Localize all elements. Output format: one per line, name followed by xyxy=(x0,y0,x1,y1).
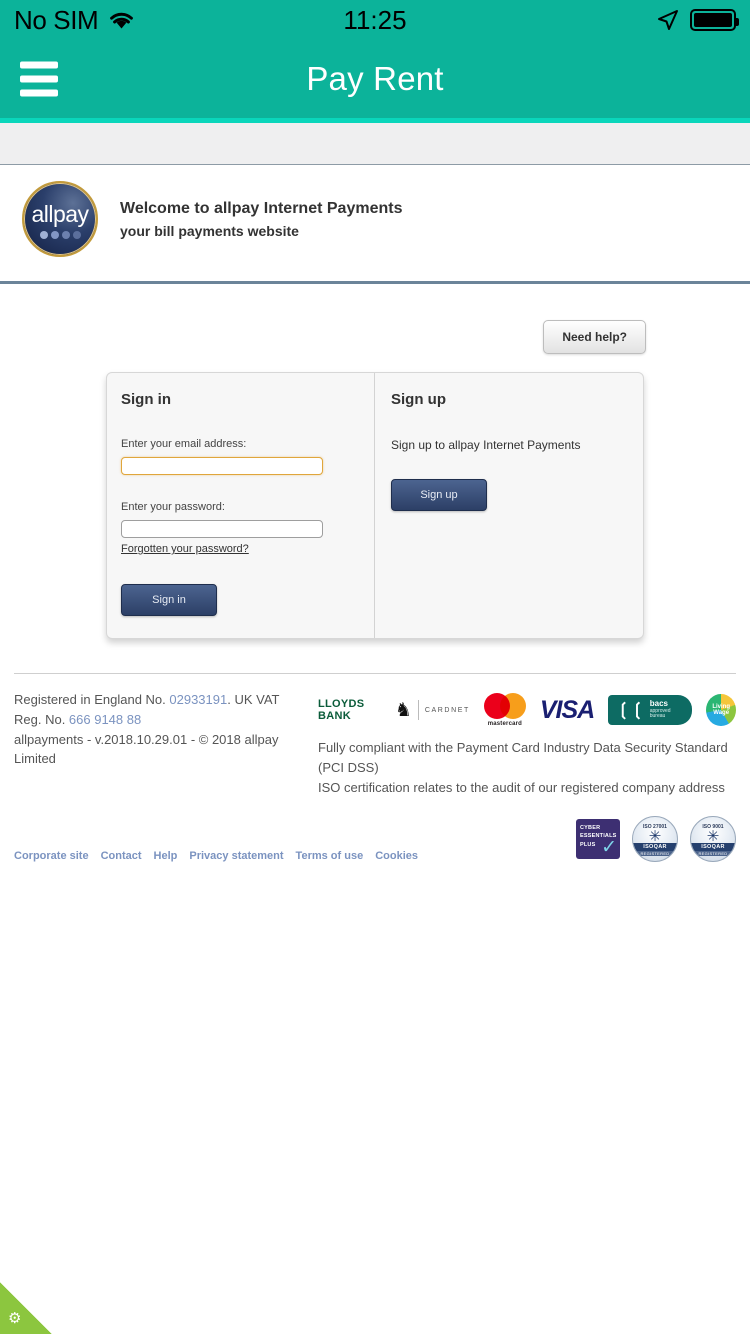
lloyds-name-label: LLOYDS BANK xyxy=(318,698,365,722)
cyber-essentials-plus-badge: CYBER ESSENTIALS PLUS ✓ xyxy=(576,819,620,860)
cardnet-label: CARDNET xyxy=(424,706,470,714)
bacs-logo: ❲❲ bacs approved bureau xyxy=(608,695,693,725)
iso-9001-badge: ISO 9001 ✳ ISOQAR REGISTERED xyxy=(690,816,736,863)
footer-link-privacy-statement[interactable]: Privacy statement xyxy=(189,850,283,862)
welcome-subheading: your bill payments website xyxy=(120,222,299,239)
vat-number-link[interactable]: 666 9148 88 xyxy=(69,712,141,727)
logo-dots xyxy=(39,231,81,239)
footer-link-cookies[interactable]: Cookies xyxy=(375,850,418,862)
footer-bottom-row: Corporate site Contact Help Privacy stat… xyxy=(0,798,750,863)
location-arrow-icon xyxy=(658,10,678,30)
forgot-password-link[interactable]: Forgotten your password? xyxy=(121,543,249,555)
registration-prefix: Registered in England No. xyxy=(14,692,170,707)
status-bar-left: No SIM xyxy=(14,5,135,36)
bacs-swoosh-icon: ❲❲ xyxy=(616,700,645,720)
lloyds-separator xyxy=(417,700,419,720)
navigation-bar: Pay Rent xyxy=(0,40,750,118)
iso-27001-registered-label: REGISTERED xyxy=(633,851,677,857)
browser-chrome-strip xyxy=(0,123,750,165)
password-label: Enter your password: xyxy=(121,501,225,513)
mastercard-logo: mastercard xyxy=(483,693,526,727)
isoqar-star-icon: ✳ xyxy=(706,827,720,845)
page-title: Pay Rent xyxy=(306,60,444,97)
signin-button[interactable]: Sign in xyxy=(121,584,217,616)
company-number-link[interactable]: 02933191 xyxy=(169,692,227,707)
signup-button[interactable]: Sign up xyxy=(391,479,487,511)
footer-link-help[interactable]: Help xyxy=(154,850,178,862)
bacs-text: bacs approved bureau xyxy=(649,699,683,720)
iso-certification-text: ISO certification relates to the audit o… xyxy=(318,780,725,796)
footer-link-contact[interactable]: Contact xyxy=(101,850,142,862)
email-input[interactable] xyxy=(121,457,323,475)
password-input[interactable] xyxy=(121,520,323,538)
brand-header: allpay Welcome to allpay Internet Paymen… xyxy=(0,165,750,271)
page-content: allpay Welcome to allpay Internet Paymen… xyxy=(0,165,750,863)
pci-compliance-text: Fully compliant with the Payment Card In… xyxy=(318,740,728,776)
footer-links: Corporate site Contact Help Privacy stat… xyxy=(14,850,418,862)
brand-text: Welcome to allpay Internet Payments your… xyxy=(120,197,402,242)
hamburger-menu-icon[interactable] xyxy=(20,61,58,97)
signin-title: Sign in xyxy=(121,391,171,408)
need-help-row: Need help? xyxy=(0,284,750,354)
email-label: Enter your email address: xyxy=(121,438,247,450)
signup-column: Sign up Sign up to allpay Internet Payme… xyxy=(375,373,643,638)
mastercard-circles-icon xyxy=(483,693,526,719)
footer: Registered in England No. 02933191. UK V… xyxy=(0,674,750,798)
status-bar-right xyxy=(656,8,739,32)
registration-line: Registered in England No. 02933191. UK V… xyxy=(14,690,304,730)
footer-compliance: LLOYDS BANK ♞ CARDNET mastercard VISA ❲❲ xyxy=(304,690,736,798)
logo-wordmark: allpay xyxy=(31,201,89,227)
allpay-logo: allpay xyxy=(22,181,98,257)
living-wage-logo: Living Wage xyxy=(706,694,736,726)
iso-9001-registered-label: REGISTERED xyxy=(691,851,735,857)
gear-icon: ⚙ xyxy=(8,1310,22,1327)
cyber-line-1: CYBER xyxy=(580,825,601,832)
visa-logo: VISA xyxy=(539,695,595,724)
lloyds-horse-icon: ♞ xyxy=(394,699,412,721)
status-bar: No SIM 11:25 xyxy=(0,0,750,40)
carrier-label: No SIM xyxy=(14,4,99,35)
signin-column: Sign in Enter your email address: Enter … xyxy=(107,373,375,638)
iso-9001-name-label: ISOQAR xyxy=(691,843,735,852)
settings-corner-button[interactable]: ⚙ xyxy=(0,1282,52,1334)
iso-27001-badge: ISO 27001 ✳ ISOQAR REGISTERED xyxy=(632,816,678,863)
welcome-heading: Welcome to allpay Internet Payments xyxy=(120,199,403,217)
battery-full-icon xyxy=(690,9,739,31)
partner-logo-row: LLOYDS BANK ♞ CARDNET mastercard VISA ❲❲ xyxy=(318,690,736,730)
footer-link-corporate-site[interactable]: Corporate site xyxy=(14,850,89,862)
need-help-button[interactable]: Need help? xyxy=(543,320,646,354)
bacs-sub-label: approved bureau xyxy=(649,707,671,720)
version-line: allpayments - v.2018.10.29.01 - © 2018 a… xyxy=(14,731,279,767)
mastercard-label: mastercard xyxy=(487,721,523,727)
auth-panel: Sign in Enter your email address: Enter … xyxy=(106,372,644,639)
app-screen: No SIM 11:25 Pay Rent allpay Welcome to … xyxy=(0,0,750,1334)
lloyds-bank-cardnet-logo: LLOYDS BANK ♞ CARDNET xyxy=(318,698,470,722)
isoqar-star-icon: ✳ xyxy=(648,827,662,845)
iso-27001-name-label: ISOQAR xyxy=(633,843,677,852)
wifi-icon xyxy=(110,12,134,29)
checkmark-icon: ✓ xyxy=(601,837,617,859)
signup-title: Sign up xyxy=(391,391,446,408)
signup-description: Sign up to allpay Internet Payments xyxy=(391,438,581,452)
certification-badges: CYBER ESSENTIALS PLUS ✓ ISO 27001 ✳ ISOQ… xyxy=(576,816,736,863)
footer-link-terms-of-use[interactable]: Terms of use xyxy=(296,850,364,862)
footer-legal: Registered in England No. 02933191. UK V… xyxy=(14,690,304,798)
